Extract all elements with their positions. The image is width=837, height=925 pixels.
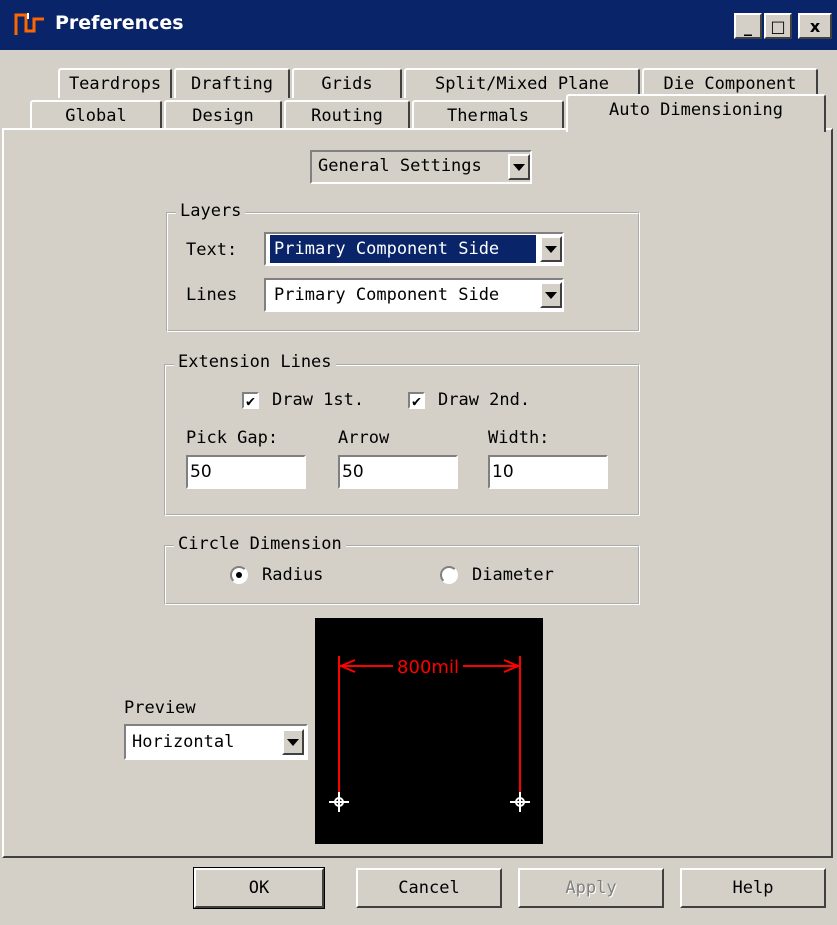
cancel-button[interactable]: Cancel — [356, 868, 502, 908]
close-button[interactable]: x — [798, 13, 832, 39]
tab-auto-dimensioning[interactable]: Auto Dimensioning — [566, 94, 826, 132]
chevron-down-icon — [287, 738, 299, 746]
diameter-label: Diameter — [472, 565, 554, 585]
preview-dropdown-button[interactable] — [282, 729, 304, 755]
arrow-label: Arrow — [338, 428, 390, 448]
minimize-icon: _ — [744, 16, 752, 36]
tab-label: Drafting — [191, 74, 273, 94]
maximize-button[interactable]: □ — [764, 13, 792, 39]
tab-label: Design — [192, 106, 254, 126]
tab-label: Global — [65, 106, 127, 126]
chevron-down-icon — [545, 291, 557, 299]
settings-dropdown-button[interactable] — [508, 154, 530, 180]
radio-selected-dot — [236, 572, 242, 578]
draw-first-label: Draw 1st. — [272, 390, 365, 410]
tab-label: Thermals — [447, 106, 529, 126]
pick-gap-label: Pick Gap: — [186, 428, 279, 448]
tab-label: Auto Dimensioning — [609, 100, 783, 120]
width-label: Width: — [488, 428, 550, 448]
tab-routing[interactable]: Routing — [284, 100, 410, 130]
draw-second-checkbox[interactable]: ✔ — [408, 391, 425, 410]
tab-thermals[interactable]: Thermals — [412, 100, 564, 130]
text-layer-label: Text: — [186, 240, 238, 260]
settings-select-value: General Settings — [314, 152, 508, 182]
text-layer-dropdown-button[interactable] — [540, 236, 562, 262]
tab-grids[interactable]: Grids — [292, 68, 402, 98]
minimize-button[interactable]: _ — [734, 13, 762, 39]
layers-group-title: Layers — [176, 201, 246, 221]
text-layer-value: Primary Component Side — [269, 234, 537, 264]
radius-label: Radius — [262, 565, 324, 585]
text-layer-select[interactable]: Primary Component Side — [264, 232, 564, 266]
arrow-input[interactable]: 50 — [338, 455, 458, 489]
window-title: Preferences — [55, 12, 184, 34]
app-icon — [14, 11, 46, 37]
maximize-icon: □ — [770, 16, 786, 36]
lines-layer-value: Primary Component Side — [274, 285, 500, 305]
tab-teardrops[interactable]: Teardrops — [58, 68, 172, 98]
preview-select-value: Horizontal — [132, 732, 235, 752]
chevron-down-icon — [545, 245, 557, 253]
tab-global[interactable]: Global — [30, 100, 162, 130]
circle-dimension-group-title: Circle Dimension — [174, 534, 346, 554]
layers-group — [166, 212, 640, 332]
crosshair-icon — [329, 792, 349, 812]
checkmark-icon: ✔ — [245, 391, 256, 410]
lines-layer-select[interactable]: Primary Component Side — [264, 278, 564, 312]
lines-layer-label: Lines — [186, 285, 238, 305]
pick-gap-input[interactable]: 50 — [186, 455, 306, 489]
dimension-label: 800mil — [397, 657, 459, 678]
dimension-preview: 800mil — [315, 618, 543, 844]
crosshair-icon — [510, 792, 530, 812]
help-button[interactable]: Help — [680, 868, 826, 908]
preview-label: Preview — [124, 698, 196, 718]
chevron-down-icon — [513, 163, 525, 171]
tab-label: Split/Mixed Plane — [435, 74, 609, 94]
extension-lines-group-title: Extension Lines — [174, 352, 336, 372]
preview-select[interactable]: Horizontal — [124, 724, 308, 760]
ok-button[interactable]: OK — [193, 867, 325, 909]
apply-button[interactable]: Apply — [518, 868, 664, 908]
checkmark-icon: ✔ — [411, 391, 422, 410]
close-icon: x — [809, 16, 821, 36]
draw-second-label: Draw 2nd. — [438, 390, 531, 410]
draw-first-checkbox[interactable]: ✔ — [242, 391, 259, 410]
radius-radio[interactable] — [230, 566, 248, 584]
tab-label: Routing — [311, 106, 383, 126]
tab-label: Teardrops — [68, 74, 162, 94]
tab-label: Grids — [321, 74, 373, 94]
tab-drafting[interactable]: Drafting — [174, 68, 290, 98]
diameter-radio[interactable] — [440, 566, 458, 584]
tab-label: Die Component — [663, 74, 797, 94]
lines-layer-dropdown-button[interactable] — [540, 282, 562, 308]
settings-select[interactable]: General Settings — [310, 150, 532, 184]
width-input[interactable]: 10 — [488, 455, 608, 489]
tab-design[interactable]: Design — [164, 100, 282, 130]
